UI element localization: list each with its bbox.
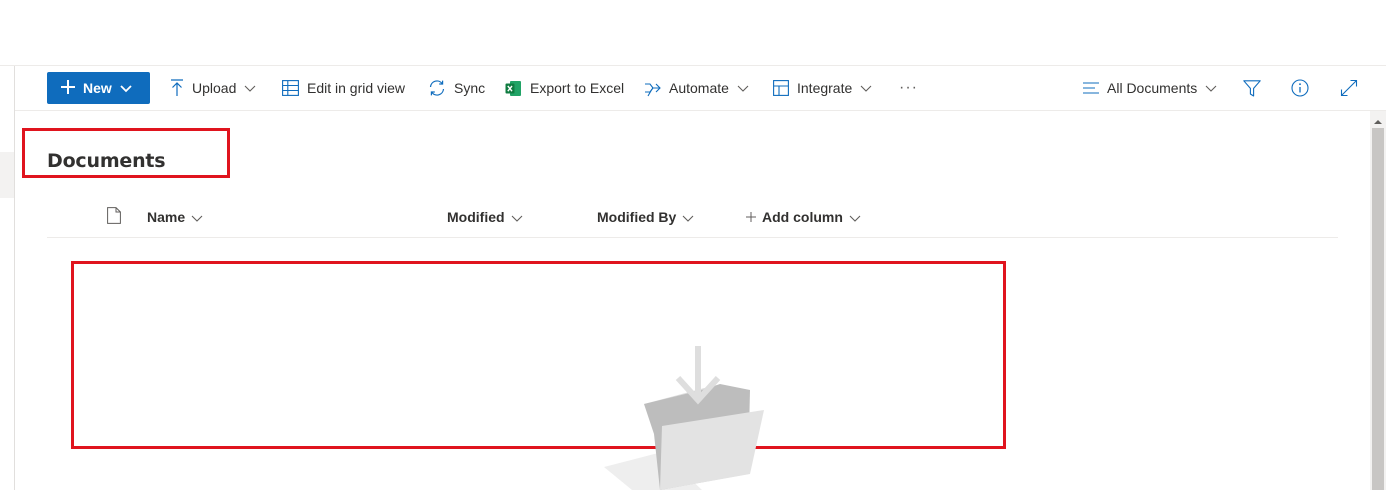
list-lines-icon [1083,82,1099,94]
empty-folder-illustration [602,344,772,490]
integrate-label: Integrate [797,80,853,96]
plus-icon [746,209,756,225]
export-to-excel-button[interactable]: Export to Excel [505,66,624,110]
highlight-box-empty-area [71,261,1006,449]
name-column-label: Name [147,209,186,225]
automate-flow-icon [644,80,661,97]
chevron-down-icon [120,80,132,96]
view-selector-button[interactable]: All Documents [1083,66,1217,110]
name-column-header[interactable]: Name [147,197,203,237]
highlight-box-title [22,128,230,178]
modified-by-column-header[interactable]: Modified By [597,197,694,237]
top-header-area [0,0,1386,66]
modified-column-label: Modified [447,209,505,225]
left-navigation-rail [0,66,15,490]
integrate-icon [773,80,789,96]
add-column-label: Add column [762,209,843,225]
plus-icon [61,79,75,97]
sync-label: Sync [454,80,486,96]
new-button[interactable]: New [47,72,150,104]
document-icon [107,207,121,227]
expand-button[interactable] [1340,66,1358,110]
modified-column-header[interactable]: Modified [447,197,523,237]
grid-table-icon [282,80,299,96]
modified-by-column-label: Modified By [597,209,677,225]
chevron-down-icon [244,85,256,92]
edit-grid-view-button[interactable]: Edit in grid view [282,66,405,110]
add-column-button[interactable]: Add column [746,197,861,237]
upload-label: Upload [192,80,237,96]
chevron-down-icon [737,85,749,92]
more-icon: ··· [899,79,918,96]
info-icon [1291,79,1309,97]
edit-grid-view-label: Edit in grid view [307,80,406,96]
sync-button[interactable]: Sync [428,66,485,110]
upload-arrow-icon [170,79,184,97]
upload-button[interactable]: Upload [170,66,256,110]
info-pane-button[interactable] [1291,66,1309,110]
chevron-down-icon [511,209,523,225]
automate-label: Automate [669,80,729,96]
command-bar: New Upload Edit in grid view Sync Export… [15,66,1386,111]
file-type-column-header[interactable] [107,197,121,237]
expand-icon [1340,79,1358,97]
column-header-row: Name Modified Modified By Add column [47,197,1338,238]
left-nav-selected-tab[interactable] [0,152,14,198]
integrate-button[interactable]: Integrate [773,66,872,110]
chevron-down-icon [191,209,203,225]
excel-icon [505,80,522,97]
automate-button[interactable]: Automate [644,66,749,110]
new-button-label: New [83,80,112,96]
more-commands-button[interactable]: ··· [899,66,918,110]
filter-icon [1243,79,1261,97]
chevron-down-icon [849,209,861,225]
chevron-down-icon [1205,85,1217,92]
sync-icon [428,80,446,96]
chevron-down-icon [860,85,872,92]
scrollbar-thumb[interactable] [1372,128,1384,490]
chevron-down-icon [682,209,694,225]
export-to-excel-label: Export to Excel [530,80,625,96]
filter-button[interactable] [1243,66,1261,110]
scroll-up-arrow-icon[interactable] [1373,114,1383,124]
view-selector-label: All Documents [1107,80,1198,96]
